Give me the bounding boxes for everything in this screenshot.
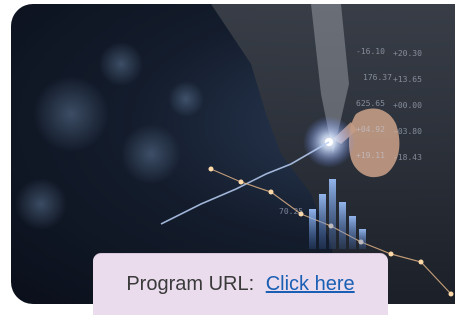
svg-text:-18.43: -18.43	[393, 153, 422, 162]
promo-card: +20.30 -16.10 +13.65 176.37 +00.00 625.6…	[0, 0, 455, 315]
svg-text:176.37: 176.37	[363, 73, 392, 82]
program-url-text: Program URL: Click here	[126, 273, 354, 296]
svg-text:+19.11: +19.11	[356, 151, 385, 160]
program-url-label: Program URL:	[126, 273, 255, 295]
svg-text:+04.92: +04.92	[356, 125, 385, 134]
svg-text:+20.30: +20.30	[393, 49, 422, 58]
svg-text:+00.00: +00.00	[393, 101, 422, 110]
svg-text:-03.80: -03.80	[393, 127, 422, 136]
svg-text:+13.65: +13.65	[393, 75, 422, 84]
click-here-link[interactable]: Click here	[266, 273, 355, 295]
svg-text:625.65: 625.65	[356, 99, 385, 108]
svg-text:-16.10: -16.10	[356, 47, 385, 56]
svg-text:70.25: 70.25	[279, 207, 303, 216]
program-url-box: Program URL: Click here	[93, 253, 388, 315]
